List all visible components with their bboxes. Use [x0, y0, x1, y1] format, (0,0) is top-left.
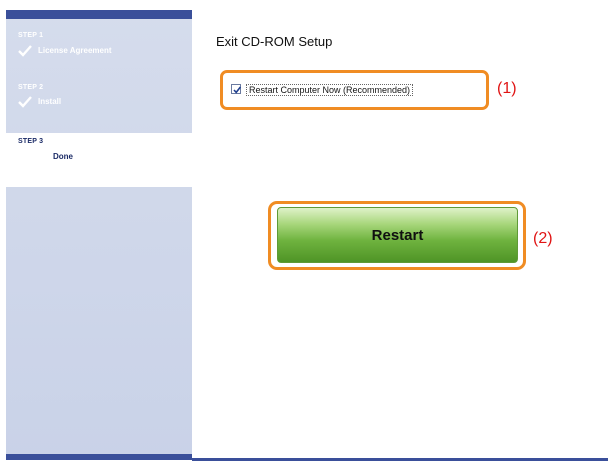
callout-label-2: (2) [533, 230, 553, 247]
callout-label-1: (1) [497, 80, 517, 97]
restart-button[interactable]: Restart [277, 207, 518, 263]
checkmark-icon [233, 86, 242, 94]
sidebar-step-done: STEP 3 Done [6, 133, 194, 187]
step-number: STEP 3 [18, 138, 44, 145]
step-label: Install [38, 97, 62, 106]
sidebar-step-install: STEP 2 Install [6, 82, 192, 128]
step-number: STEP 1 [18, 32, 44, 39]
page-title: Exit CD-ROM Setup [216, 34, 333, 49]
step-number: STEP 2 [18, 84, 44, 91]
bottom-bar [192, 458, 608, 461]
step-label: License Agreement [38, 46, 112, 55]
sidebar-top-bar [6, 10, 192, 19]
restart-button-label: Restart [371, 226, 424, 244]
sidebar-step-license: STEP 1 License Agreement [6, 30, 192, 76]
sidebar-bottom-bar [6, 454, 192, 460]
restart-checkbox[interactable] [231, 84, 242, 94]
steps-sidebar: STEP 1 License Agreement STEP 2 Install … [6, 10, 194, 460]
restart-checkbox-label[interactable]: Restart Computer Now (Recommended) [246, 84, 414, 96]
checkmark-icon [18, 95, 32, 113]
step-label: Done [53, 152, 73, 161]
checkmark-icon [18, 44, 32, 62]
